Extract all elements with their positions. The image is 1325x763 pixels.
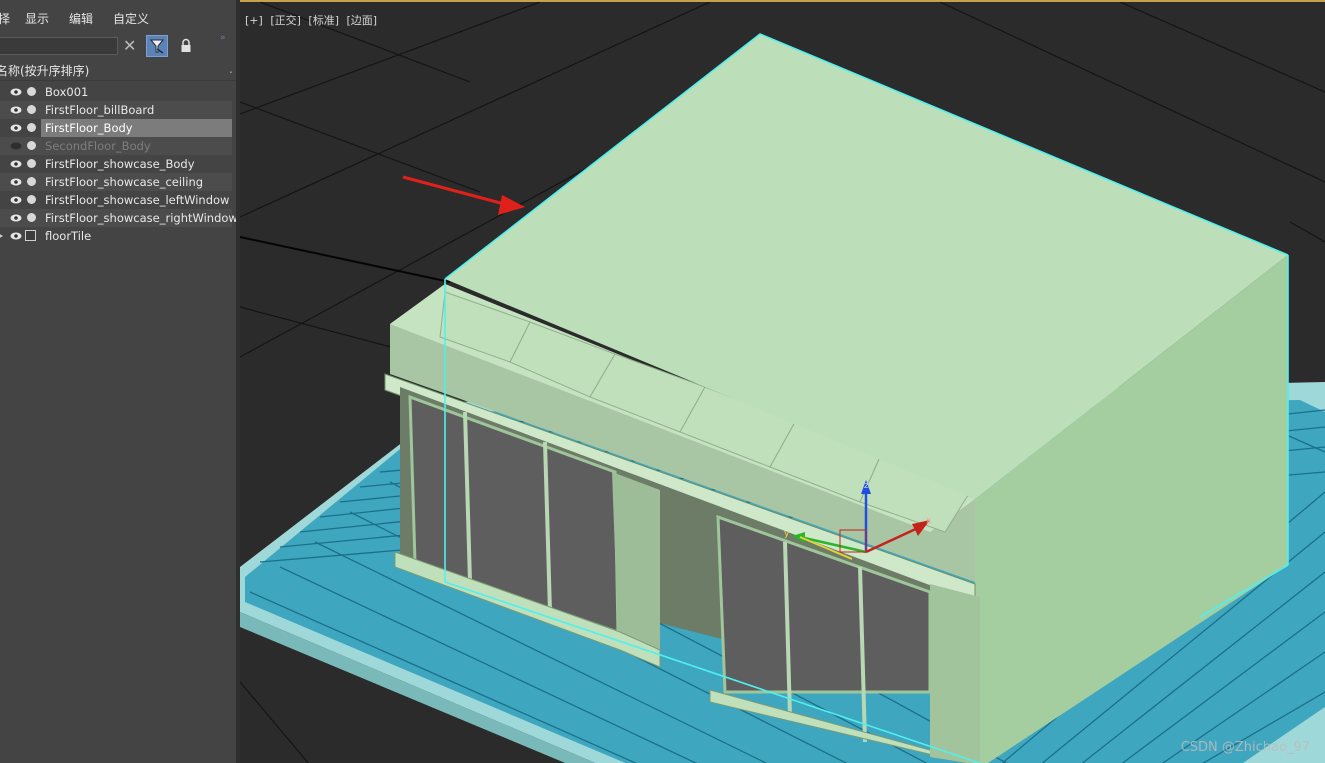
explorer-toolbar: ✕ » xyxy=(0,33,236,59)
menu-edit[interactable]: 编辑 xyxy=(69,10,93,27)
renderable-dot-icon[interactable] xyxy=(27,177,36,186)
gizmo-y-label: y xyxy=(784,529,790,539)
tree-row[interactable]: Box001 xyxy=(0,83,232,101)
lock-icon[interactable] xyxy=(180,38,192,54)
visibility-eye-icon[interactable] xyxy=(10,142,22,150)
renderable-dot-icon[interactable] xyxy=(27,123,36,132)
object-tree: Box001 FirstFloor_billBoard FirstFloor_Bod… xyxy=(0,83,236,245)
filter-icon xyxy=(149,39,165,54)
scene-explorer: 择 显示 编辑 自定义 ✕ » 名称(按升序排序) . Box001 FirstF… xyxy=(0,0,236,763)
renderable-dot-icon[interactable] xyxy=(27,87,36,96)
tree-row[interactable]: FirstFloor_showcase_Body xyxy=(0,155,232,173)
visibility-eye-icon[interactable] xyxy=(10,196,22,204)
tree-row[interactable]: FirstFloor_showcase_rightWindow xyxy=(0,209,236,227)
expand-arrow-icon[interactable] xyxy=(0,233,3,239)
visibility-eye-icon[interactable] xyxy=(10,178,22,186)
visibility-eye-icon[interactable] xyxy=(10,106,22,114)
viewport-view-label[interactable]: [正交] xyxy=(270,14,301,27)
renderable-dot-icon[interactable] xyxy=(27,195,36,204)
visibility-eye-icon[interactable] xyxy=(10,88,22,96)
renderable-dot-icon[interactable] xyxy=(27,213,36,222)
menu-select[interactable]: 择 xyxy=(0,10,10,27)
filter-button[interactable] xyxy=(146,35,168,57)
viewport-scene: z y x xyxy=(240,2,1325,763)
explorer-menubar: 择 显示 编辑 自定义 xyxy=(0,10,236,30)
object-name-label: FirstFloor_showcase_rightWindow xyxy=(45,211,236,225)
search-input[interactable] xyxy=(0,37,118,55)
renderable-dot-icon[interactable] xyxy=(27,105,36,114)
watermark: CSDN @Zhichao_97 xyxy=(1180,740,1310,755)
object-name-label: floorTile xyxy=(45,229,92,243)
perspective-viewport[interactable]: z y x [+] [正交] [标准] [边面] CSDN @Zhichao_9… xyxy=(240,0,1325,763)
object-name-label: Box001 xyxy=(45,85,89,99)
annotation-arrow xyxy=(402,175,525,215)
renderable-dot-icon[interactable] xyxy=(27,141,36,150)
close-icon[interactable]: ✕ xyxy=(123,36,136,56)
tree-row[interactable]: FirstFloor_showcase_leftWindow xyxy=(0,191,232,209)
column-header-label: 名称(按升序排序) xyxy=(0,64,90,78)
object-name-label: FirstFloor_Body xyxy=(41,119,232,137)
tree-row[interactable]: floorTile xyxy=(0,227,232,245)
visibility-eye-icon[interactable] xyxy=(10,160,22,168)
more-icon[interactable]: » xyxy=(220,33,226,43)
gizmo-z-label: z xyxy=(864,481,869,491)
viewport-display-label[interactable]: [边面] xyxy=(347,14,378,27)
name-column-header[interactable]: 名称(按升序排序) . xyxy=(0,62,236,81)
viewport-label[interactable]: [+] [正交] [标准] [边面] xyxy=(245,12,381,28)
menu-display[interactable]: 显示 xyxy=(25,10,49,27)
tree-row[interactable]: FirstFloor_showcase_ceiling xyxy=(0,173,232,191)
object-name-label: FirstFloor_showcase_Body xyxy=(45,157,195,171)
renderable-dot-icon[interactable] xyxy=(27,159,36,168)
column-header-tail: . xyxy=(229,62,233,76)
tree-row[interactable]: SecondFloor_Body xyxy=(0,137,232,155)
object-name-label: FirstFloor_showcase_leftWindow xyxy=(45,193,230,207)
gizmo-x-label: x xyxy=(926,516,932,526)
viewport-shading-label[interactable]: [标准] xyxy=(308,14,339,27)
visibility-eye-icon[interactable] xyxy=(10,124,22,132)
object-name-label: FirstFloor_showcase_ceiling xyxy=(45,175,204,189)
menu-customize[interactable]: 自定义 xyxy=(113,10,149,27)
group-icon[interactable] xyxy=(25,230,36,241)
viewport-menu-plus[interactable]: [+] xyxy=(245,14,263,27)
object-name-label: FirstFloor_billBoard xyxy=(45,103,155,117)
object-name-label: SecondFloor_Body xyxy=(45,139,151,153)
tree-row[interactable]: FirstFloor_billBoard xyxy=(0,101,232,119)
visibility-eye-icon[interactable] xyxy=(10,214,22,222)
visibility-eye-icon[interactable] xyxy=(10,232,22,240)
tree-row[interactable]: FirstFloor_Body xyxy=(0,119,232,137)
